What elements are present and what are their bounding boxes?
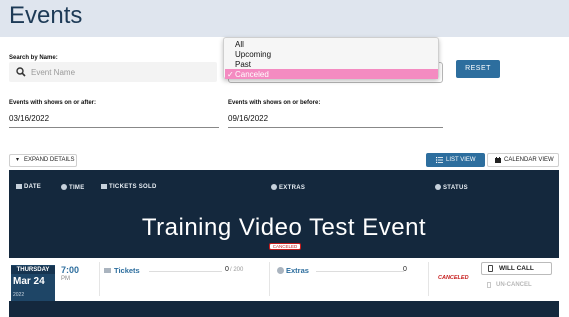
header-status-label: STATUS	[443, 185, 468, 191]
plus-circle-icon	[277, 267, 284, 274]
extras-count: 0	[403, 266, 407, 273]
info-icon	[435, 184, 441, 190]
expand-details-button[interactable]: ▾ EXPAND DETAILS	[9, 154, 77, 167]
page-header: Events	[0, 0, 569, 37]
ticket-icon	[101, 184, 107, 189]
tickets-link[interactable]: Tickets	[114, 266, 140, 275]
status-option-canceled-label: Canceled	[235, 70, 269, 79]
search-input[interactable]: Event Name	[9, 62, 217, 82]
search-icon	[16, 67, 26, 77]
phone-icon	[488, 265, 493, 272]
event-title[interactable]: Training Video Test Event	[9, 214, 559, 242]
calendar-view-label: CALENDAR VIEW	[504, 157, 554, 163]
will-call-button[interactable]: WILL CALL	[481, 262, 552, 275]
calendar-icon	[495, 157, 501, 163]
show-ampm: PM	[61, 276, 70, 282]
chevron-down-icon: ▾	[16, 157, 20, 163]
status-option-past[interactable]: Past	[235, 60, 251, 69]
status-dropdown-menu[interactable]: All Upcoming Past ✓ Canceled	[223, 37, 439, 79]
header-status[interactable]: STATUS	[435, 184, 468, 191]
events-table: DATE TIME TICKETS SOLD EXTRAS STATUS Tra…	[9, 170, 559, 317]
trash-icon	[487, 282, 491, 288]
status-option-upcoming[interactable]: Upcoming	[235, 50, 271, 59]
ticket-icon	[104, 268, 111, 273]
divider	[269, 262, 270, 296]
reset-button[interactable]: RESET	[456, 60, 500, 78]
search-label: Search by Name:	[9, 55, 58, 61]
calendar-icon	[16, 184, 22, 189]
status-option-all[interactable]: All	[235, 40, 244, 49]
search-placeholder: Event Name	[31, 68, 76, 77]
header-time-label: TIME	[69, 185, 85, 191]
header-extras-label: EXTRAS	[279, 185, 306, 191]
status-badge: CANCELED	[438, 275, 469, 281]
divider	[149, 271, 222, 272]
extras-link[interactable]: Extras	[286, 266, 309, 275]
after-date-label: Events with shows on or after:	[9, 100, 97, 106]
month-day: Mar 24	[13, 276, 45, 287]
before-date-field[interactable]: 09/16/2022	[228, 110, 443, 128]
list-view-label: LIST VIEW	[446, 157, 476, 163]
before-date-value: 09/16/2022	[228, 114, 269, 123]
page-title: Events	[9, 2, 83, 29]
un-cancel-label: UN-CANCEL	[496, 282, 532, 288]
header-tickets-sold[interactable]: TICKETS SOLD	[101, 184, 157, 190]
header-extras[interactable]: EXTRAS	[271, 184, 305, 191]
date-box: THURSDAY Mar 24 2022	[11, 265, 55, 301]
checkmark-icon: ✓	[227, 70, 234, 79]
year: 2022	[13, 292, 25, 298]
after-date-field[interactable]: 03/16/2022	[9, 110, 219, 128]
table-row: THURSDAY Mar 24 2022 7:00 PM Tickets 0 /…	[9, 258, 559, 301]
header-date-label: DATE	[24, 184, 42, 190]
header-time[interactable]: TIME	[61, 184, 85, 191]
list-view-button[interactable]: LIST VIEW	[426, 153, 485, 167]
clock-icon	[61, 184, 67, 190]
header-date[interactable]: DATE	[16, 184, 41, 190]
divider	[316, 271, 404, 272]
expand-details-label: EXPAND DETAILS	[24, 157, 75, 163]
status-option-canceled[interactable]: ✓ Canceled	[225, 69, 438, 79]
show-time: 7:00	[61, 265, 80, 275]
will-call-label: WILL CALL	[499, 265, 534, 272]
day-of-week: THURSDAY	[11, 266, 55, 274]
tickets-capacity: / 200	[230, 267, 244, 273]
after-date-value: 03/16/2022	[9, 114, 50, 123]
tickets-sold-count: 0	[225, 266, 229, 273]
header-tickets-sold-label: TICKETS SOLD	[109, 184, 157, 190]
divider	[428, 262, 429, 296]
canceled-badge: CANCELED	[269, 243, 301, 250]
plus-circle-icon	[271, 184, 277, 190]
list-icon	[436, 157, 443, 163]
divider	[99, 262, 100, 296]
calendar-view-button[interactable]: CALENDAR VIEW	[487, 153, 559, 167]
before-date-label: Events with shows on or before:	[228, 100, 321, 106]
